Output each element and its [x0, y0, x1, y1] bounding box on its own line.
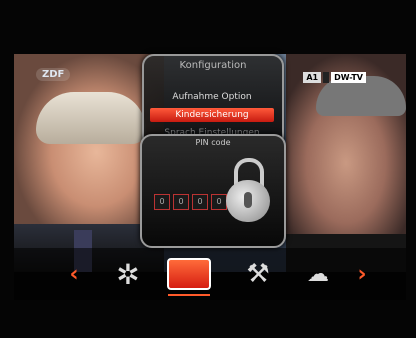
pin-digit-4[interactable]: 0: [211, 194, 227, 210]
pin-digit-3[interactable]: 0: [192, 194, 208, 210]
menu-item-aufnahme-option[interactable]: Aufnahme Option: [150, 90, 274, 104]
pin-input[interactable]: 0 0 0 0: [154, 194, 227, 210]
tv-icon[interactable]: [162, 252, 216, 296]
menu-bar: ‹ ✲ ⚒ ☁ ›: [14, 248, 406, 300]
pin-digit-2[interactable]: 0: [173, 194, 189, 210]
left-arrow-icon[interactable]: ‹: [62, 252, 86, 296]
gear-icon[interactable]: ✲: [106, 252, 150, 296]
tv-screen: ZDF A1 DW-TV Konfiguration Aufnahme Opti…: [0, 0, 416, 338]
tools-icon[interactable]: ⚒: [236, 252, 280, 296]
pin-title: PIN code: [195, 138, 231, 147]
station-badge: A1 DW-TV: [303, 72, 366, 83]
pin-digit-1[interactable]: 0: [154, 194, 170, 210]
right-arrow-icon[interactable]: ›: [350, 252, 374, 296]
channel-logo: ZDF: [36, 68, 71, 81]
badge-part-1: A1: [303, 72, 322, 83]
config-title: Konfiguration: [179, 60, 247, 71]
lock-icon: [226, 158, 270, 222]
badge-part-2: [323, 72, 330, 83]
devices-icon[interactable]: ☁: [296, 252, 340, 296]
person-right: [286, 54, 406, 272]
pin-dialog: PIN code 0 0 0 0: [140, 134, 286, 248]
badge-part-3: DW-TV: [331, 72, 366, 83]
menu-item-kindersicherung[interactable]: Kindersicherung: [150, 108, 274, 122]
